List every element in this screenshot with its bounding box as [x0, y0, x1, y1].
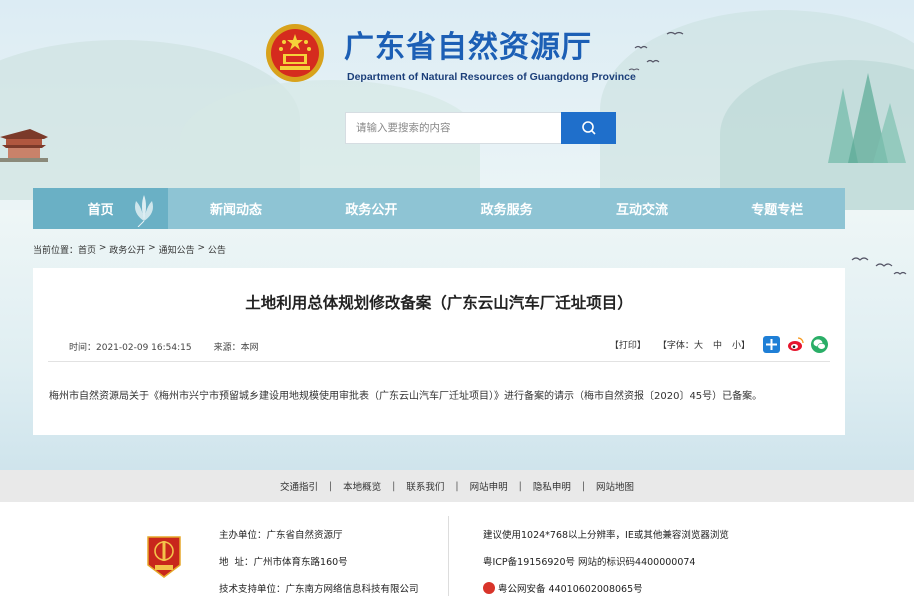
article-card: 土地利用总体规划修改备案（广东云山汽车厂迁址项目） 时间：2021-02-09 …: [33, 268, 845, 435]
article-meta-info: 时间：2021-02-09 16:54:15 来源：本网: [69, 340, 259, 353]
nav-item-label: 政务公开: [345, 203, 398, 218]
main-nav: 首页 新闻动态 政务公开 政务服务 互动交流 专题专栏: [33, 188, 845, 229]
footer-police-text: 粤公网安备 44010602008065号: [498, 584, 643, 595]
article-tools: 【打印】 【字体： 大 中 小 】: [610, 336, 828, 353]
weibo-share-button[interactable]: [787, 336, 804, 353]
party-gov-badge-icon[interactable]: [145, 535, 183, 579]
footer-divider: [448, 516, 449, 596]
footer-link-traffic[interactable]: 交通指引: [280, 479, 318, 493]
article-source: 来源：本网: [213, 343, 259, 353]
nav-item-news[interactable]: 新闻动态: [168, 188, 303, 229]
wechat-icon: [813, 339, 826, 350]
footer-link-overview[interactable]: 本地概览: [343, 479, 381, 493]
birds-icon: [628, 31, 684, 71]
article-time: 时间：2021-02-09 16:54:15: [69, 343, 192, 353]
nav-item-label: 首页: [87, 203, 114, 218]
breadcrumb-prefix: 当前位置：: [33, 246, 79, 256]
national-emblem-logo: [266, 24, 324, 82]
font-size-close: 】: [740, 341, 750, 351]
breadcrumb: 当前位置： 首页 > 政务公开 > 通知公告 > 公告: [33, 243, 226, 256]
article-title: 土地利用总体规划修改备案（广东云山汽车厂迁址项目）: [245, 294, 633, 312]
divider: |: [392, 480, 396, 492]
nav-item-label: 新闻动态: [209, 203, 262, 218]
footer-link-site-statement[interactable]: 网站申明: [470, 479, 508, 493]
nav-item-gov-services[interactable]: 政务服务: [439, 188, 574, 229]
weibo-icon: [788, 337, 804, 351]
breadcrumb-link-notices[interactable]: 通知公告: [159, 243, 195, 256]
font-medium-button[interactable]: 中: [713, 338, 722, 351]
nav-item-topics[interactable]: 专题专栏: [710, 188, 845, 229]
search-bar: [345, 112, 616, 144]
footer-icp[interactable]: 粤ICP备19156920号 网站的标识码4400000074: [483, 549, 729, 576]
footer-host: 主办单位：广东省自然资源厅: [219, 530, 343, 541]
magnolia-icon: [135, 195, 154, 227]
divider: |: [328, 480, 333, 492]
search-icon: [581, 121, 596, 135]
nav-item-interaction[interactable]: 互动交流: [574, 188, 709, 229]
nav-item-label: 政务服务: [480, 203, 533, 218]
police-badge-icon: [483, 582, 495, 594]
nav-item-home[interactable]: 首页: [33, 188, 169, 229]
footer-browser-note: 建议使用1024*768以上分辨率，IE或其他兼容浏览器浏览: [483, 530, 729, 541]
divider: |: [518, 480, 522, 492]
site-title: 广东省自然资源厅: [344, 30, 592, 65]
footer-link-privacy[interactable]: 隐私申明: [533, 479, 571, 493]
footer-address: 地 址：广州市体育东路160号: [219, 557, 348, 568]
wechat-share-button[interactable]: [811, 336, 828, 353]
nav-item-label: 互动交流: [615, 203, 668, 218]
footer-links: 交通指引 | 本地概览 | 联系我们 | 网站申明 | 隐私申明 | 网站地图: [0, 470, 914, 502]
footer-support: 技术支持单位：广东南方网络信息科技有限公司: [219, 584, 419, 595]
breadcrumb-separator: >: [145, 243, 159, 253]
divider: |: [581, 480, 586, 492]
footer-info-left: 主办单位：广东省自然资源厅 地 址：广州市体育东路160号 技术支持单位：广东南…: [219, 522, 419, 603]
plus-icon: [766, 339, 777, 350]
breadcrumb-separator: >: [194, 243, 208, 253]
site-footer: 主办单位：广东省自然资源厅 地 址：广州市体育东路160号 技术支持单位：广东南…: [0, 502, 914, 609]
birds-icon: [851, 257, 907, 275]
nav-item-gov-affairs[interactable]: 政务公开: [304, 188, 439, 229]
divider: |: [455, 480, 459, 492]
print-button[interactable]: 【打印】: [610, 338, 646, 351]
article-meta: 时间：2021-02-09 16:54:15 来源：本网 【打印】 【字体： 大…: [48, 332, 830, 362]
share-button[interactable]: [763, 336, 780, 353]
breadcrumb-separator: >: [96, 243, 110, 253]
article-body: 梅州市自然资源局关于《梅州市兴宁市预留城乡建设用地规模使用审批表（广东云山汽车厂…: [49, 391, 763, 402]
search-input[interactable]: [345, 112, 561, 144]
search-button[interactable]: [561, 112, 616, 144]
footer-link-contact[interactable]: 联系我们: [406, 479, 444, 493]
font-size-label: 【字体：: [657, 341, 694, 351]
pavilion-icon: [0, 129, 48, 162]
site-subtitle: Department of Natural Resources of Guang…: [347, 71, 636, 83]
font-small-button[interactable]: 小: [732, 338, 741, 351]
footer-police-record[interactable]: 粤公网安备 44010602008065号: [483, 576, 729, 603]
breadcrumb-link-gov-affairs[interactable]: 政务公开: [109, 243, 145, 256]
footer-link-sitemap[interactable]: 网站地图: [596, 479, 634, 493]
nav-item-label: 专题专栏: [751, 203, 804, 218]
footer-info-right: 建议使用1024*768以上分辨率，IE或其他兼容浏览器浏览 粤ICP备1915…: [483, 522, 729, 603]
font-large-button[interactable]: 大: [694, 338, 703, 351]
breadcrumb-link-announcement[interactable]: 公告: [208, 243, 226, 256]
breadcrumb-link-home[interactable]: 首页: [78, 243, 96, 256]
trees-icon: [828, 73, 906, 163]
